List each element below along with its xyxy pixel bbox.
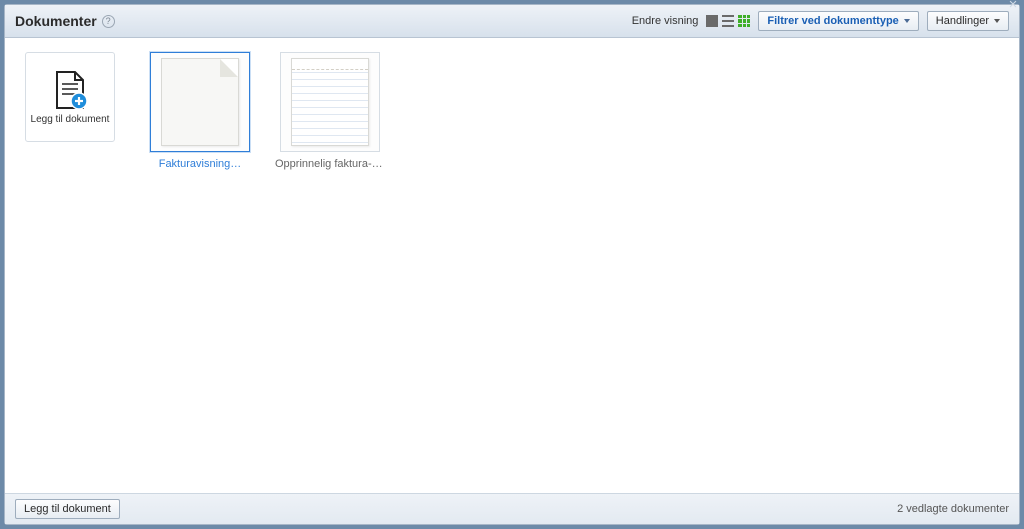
document-label: Fakturavisning… xyxy=(159,158,242,170)
document-add-icon xyxy=(53,70,87,110)
view-large-tiles-icon[interactable] xyxy=(706,15,718,27)
help-icon[interactable]: ? xyxy=(102,15,115,28)
page-fold-icon xyxy=(220,59,238,77)
close-icon[interactable]: × xyxy=(1004,0,1022,14)
actions-button[interactable]: Handlinger xyxy=(927,11,1009,31)
chevron-down-icon xyxy=(994,19,1000,23)
view-list-icon[interactable] xyxy=(722,15,734,27)
document-label: Opprinnelig faktura-xml xyxy=(275,158,385,170)
documents-content: Legg til dokument Fakturavisning… Opprin… xyxy=(5,38,1019,493)
filter-button-label: Filtrer ved dokumenttype xyxy=(767,15,898,27)
add-document-label: Legg til dokument xyxy=(31,114,110,125)
document-thumbnail[interactable] xyxy=(280,52,380,152)
footer: Legg til dokument 2 vedlagte dokumenter xyxy=(5,493,1019,524)
actions-button-label: Handlinger xyxy=(936,15,989,27)
documents-dialog: Dokumenter ? Endre visning Filtrer ved d… xyxy=(4,4,1020,525)
view-grid-icon[interactable] xyxy=(738,15,750,27)
page-sheet-icon xyxy=(161,58,239,146)
view-switch xyxy=(706,15,750,27)
lined-page-icon xyxy=(291,58,369,146)
document-item: Fakturavisning… xyxy=(145,52,255,170)
add-document-button[interactable]: Legg til dokument xyxy=(15,499,120,519)
view-label: Endre visning xyxy=(632,15,699,27)
titlebar-left: Dokumenter ? xyxy=(15,13,115,29)
dialog-title: Dokumenter xyxy=(15,13,97,29)
filter-by-type-button[interactable]: Filtrer ved dokumenttype xyxy=(758,11,918,31)
document-item: Opprinnelig faktura-xml xyxy=(275,52,385,170)
add-document-button-label: Legg til dokument xyxy=(24,503,111,515)
titlebar-right: Endre visning Filtrer ved dokumenttype H… xyxy=(632,11,1009,31)
titlebar: Dokumenter ? Endre visning Filtrer ved d… xyxy=(5,5,1019,38)
add-document-tile[interactable]: Legg til dokument xyxy=(25,52,115,142)
add-document-tile-container: Legg til dokument xyxy=(15,52,125,142)
attached-count: 2 vedlagte dokumenter xyxy=(897,503,1009,515)
document-thumbnail[interactable] xyxy=(150,52,250,152)
chevron-down-icon xyxy=(904,19,910,23)
